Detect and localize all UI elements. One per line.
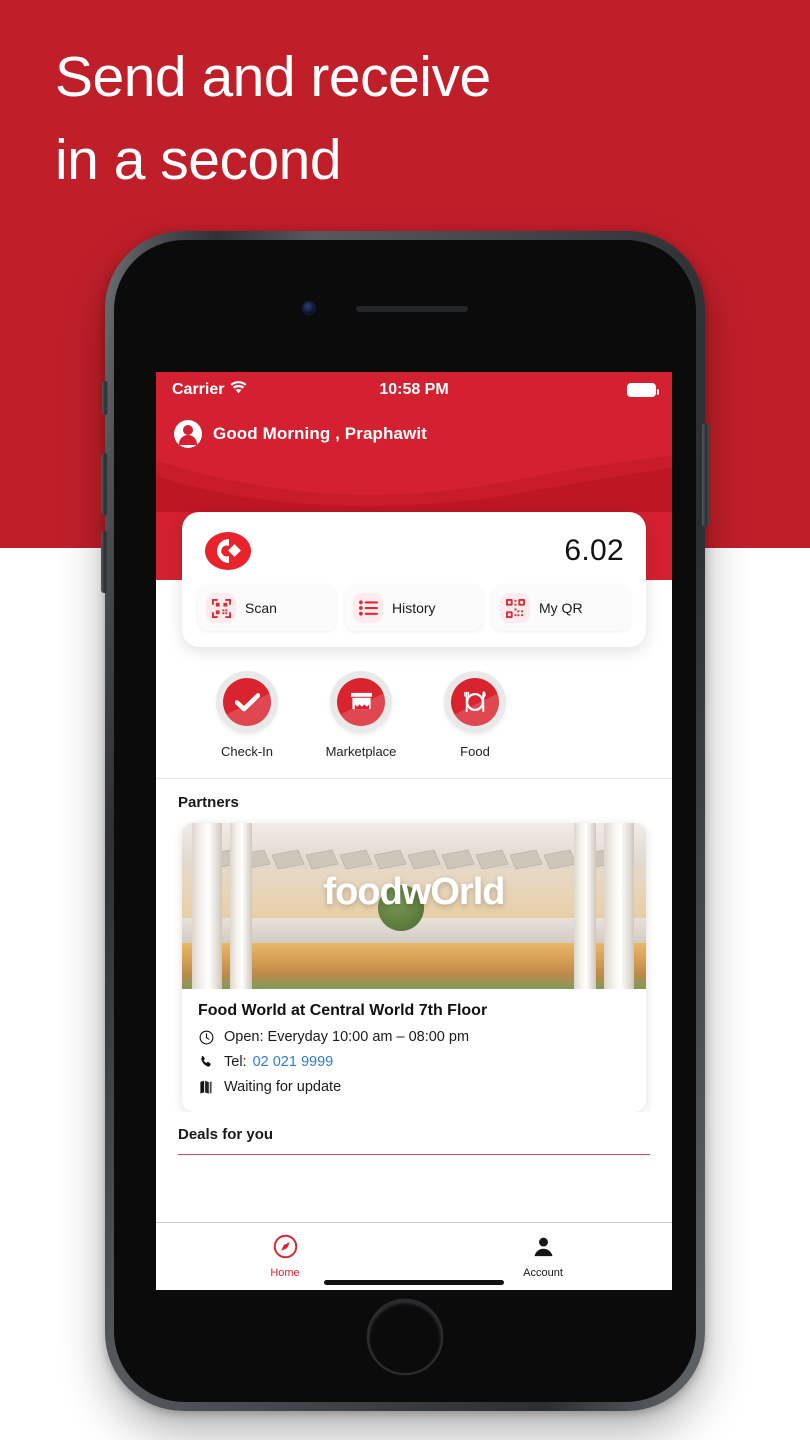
qr-scan-icon xyxy=(206,593,236,623)
compass-icon xyxy=(273,1234,298,1264)
status-bar: Carrier 10:58 PM xyxy=(156,372,672,407)
check-in-circle xyxy=(216,671,278,733)
volume-up-button[interactable] xyxy=(101,453,108,515)
brand-c-logo-icon xyxy=(204,531,252,571)
balance-actions-row: Scan History My QR xyxy=(198,585,630,631)
wifi-icon xyxy=(230,380,247,399)
promo-headline: Send and receive in a second xyxy=(55,45,491,192)
phone-screen: Carrier 10:58 PM Good Morning , Praphawi… xyxy=(156,372,672,1290)
phone-device-frame: Carrier 10:58 PM Good Morning , Praphawi… xyxy=(101,231,709,1411)
deals-section: Deals for you xyxy=(156,1112,672,1155)
quick-action-check-in[interactable]: Check-In xyxy=(190,671,304,759)
history-label: History xyxy=(392,600,436,616)
person-icon xyxy=(531,1234,556,1264)
food-plate-icon xyxy=(451,678,499,726)
main-content: 6.02 Scan History My QR Check-In Marketp… xyxy=(156,512,672,1155)
store-icon xyxy=(337,678,385,726)
map-icon xyxy=(198,1080,214,1095)
qr-code-icon xyxy=(500,593,530,623)
greeting-label: Good Morning , Praphawit xyxy=(213,424,427,443)
tab-account-label: Account xyxy=(523,1267,563,1279)
partner-tel-label: Tel: xyxy=(224,1054,247,1070)
phone-bezel: Carrier 10:58 PM Good Morning , Praphawi… xyxy=(114,240,696,1402)
partner-card-body: Food World at Central World 7th Floor Op… xyxy=(182,989,646,1112)
status-bar-right xyxy=(627,382,659,397)
history-button[interactable]: History xyxy=(345,585,483,631)
quick-action-food[interactable]: Food xyxy=(418,671,532,759)
screenshot-root: Send and receive in a second Carrier 10:… xyxy=(0,0,810,1440)
home-button[interactable] xyxy=(367,1299,443,1375)
bottom-tab-bar: Home Account xyxy=(156,1222,672,1290)
app-header: Good Morning , Praphawit xyxy=(156,407,672,512)
check-in-label: Check-In xyxy=(220,744,274,759)
check-circle-icon xyxy=(223,678,271,726)
earpiece-speaker xyxy=(356,306,468,312)
phone-icon xyxy=(198,1055,214,1069)
food-circle xyxy=(444,671,506,733)
clock-icon xyxy=(198,1030,214,1045)
deals-section-title: Deals for you xyxy=(178,1126,274,1143)
front-camera-icon xyxy=(303,302,315,314)
person-avatar-icon[interactable] xyxy=(174,420,202,448)
home-indicator xyxy=(324,1280,504,1285)
marketplace-label: Marketplace xyxy=(325,744,397,759)
greeting-row: Good Morning , Praphawit xyxy=(156,407,672,448)
food-label: Food xyxy=(460,744,490,759)
balance-card-top-row: 6.02 xyxy=(198,528,630,585)
food-world-storefront-image: foodwOrld xyxy=(182,823,646,989)
quick-action-marketplace[interactable]: Marketplace xyxy=(304,671,418,759)
quick-actions-row: Check-In Marketplace Food xyxy=(156,647,672,769)
balance-amount: 6.02 xyxy=(564,534,624,567)
balance-card: 6.02 Scan History My QR xyxy=(182,512,646,647)
my-qr-label: My QR xyxy=(539,600,583,616)
marketplace-circle xyxy=(330,671,392,733)
food-world-logo-text: foodwOrld xyxy=(323,871,506,913)
silent-switch-button[interactable] xyxy=(102,381,108,415)
scan-label: Scan xyxy=(245,600,277,616)
partner-tel-number[interactable]: 02 021 9999 xyxy=(253,1054,334,1070)
status-bar-left: Carrier xyxy=(172,381,247,399)
volume-down-button[interactable] xyxy=(101,531,108,593)
partner-map-row: Waiting for update xyxy=(198,1079,630,1095)
partner-hours-row: Open: Everyday 10:00 am – 08:00 pm xyxy=(198,1029,630,1045)
deals-divider xyxy=(178,1154,650,1155)
my-qr-button[interactable]: My QR xyxy=(492,585,630,631)
header-wave-decoration xyxy=(156,456,672,512)
partner-hours-text: Open: Everyday 10:00 am – 08:00 pm xyxy=(224,1029,470,1045)
carrier-label: Carrier xyxy=(172,380,225,398)
partner-title: Food World at Central World 7th Floor xyxy=(198,1002,488,1019)
partner-map-text: Waiting for update xyxy=(224,1079,342,1095)
list-icon xyxy=(353,593,383,623)
battery-full-icon xyxy=(627,382,659,397)
tab-home-label: Home xyxy=(270,1267,300,1279)
partner-tel-row[interactable]: Tel: 02 021 9999 xyxy=(198,1054,630,1070)
scan-button[interactable]: Scan xyxy=(198,585,336,631)
power-button[interactable] xyxy=(702,423,709,527)
partner-card[interactable]: foodwOrld Food World at Central World 7t… xyxy=(182,823,646,1112)
partners-section-title: Partners xyxy=(178,794,239,811)
